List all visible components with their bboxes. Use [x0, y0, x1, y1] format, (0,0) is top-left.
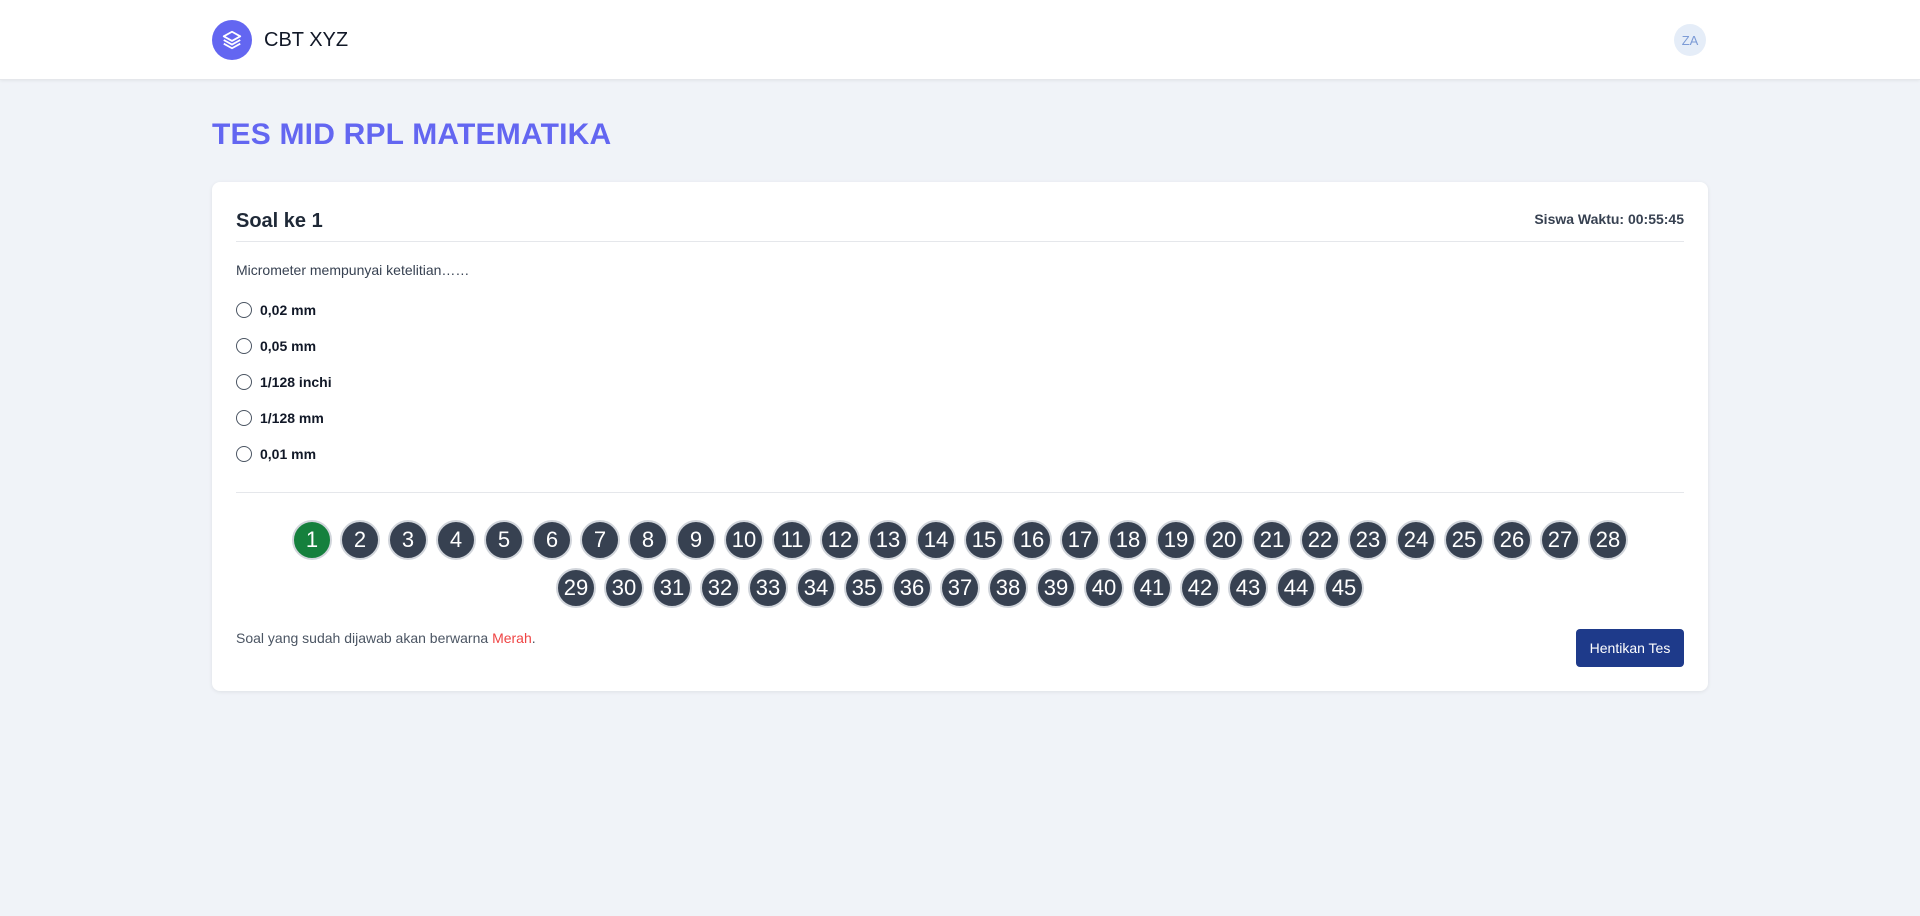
answer-option-label: 0,02 mm: [260, 302, 317, 318]
question-nav-button[interactable]: 13: [868, 520, 908, 560]
question-nav-button[interactable]: 41: [1132, 568, 1172, 608]
answer-option-label: 0,05 mm: [260, 338, 317, 354]
answer-radio[interactable]: [236, 338, 252, 354]
answer-option-label: 0,01 mm: [260, 446, 317, 462]
question-nav-button[interactable]: 19: [1156, 520, 1196, 560]
question-nav-button[interactable]: 44: [1276, 568, 1316, 608]
page-title: TES MID RPL MATEMATIKA: [212, 118, 612, 151]
question-nav-button[interactable]: 33: [748, 568, 788, 608]
user-avatar[interactable]: ZA: [1674, 24, 1706, 56]
question-nav-button[interactable]: 45: [1324, 568, 1364, 608]
question-nav-button[interactable]: 31: [652, 568, 692, 608]
question-nav-button[interactable]: 12: [820, 520, 860, 560]
question-nav-button[interactable]: 6: [532, 520, 572, 560]
question-nav-button[interactable]: 5: [484, 520, 524, 560]
brand[interactable]: CBT XYZ: [212, 20, 348, 60]
question-nav-button[interactable]: 11: [772, 520, 812, 560]
question-nav-button[interactable]: 36: [892, 568, 932, 608]
question-nav-button[interactable]: 21: [1252, 520, 1292, 560]
answer-option[interactable]: 1/128 mm: [236, 400, 332, 436]
timer: Siswa Waktu: 00:55:45: [1534, 211, 1684, 227]
answer-radio[interactable]: [236, 446, 252, 462]
question-nav-button[interactable]: 32: [700, 568, 740, 608]
question-nav-button[interactable]: 42: [1180, 568, 1220, 608]
answered-hint: Soal yang sudah dijawab akan berwarna Me…: [236, 630, 536, 646]
divider: [236, 492, 1684, 493]
top-navbar: CBT XYZ ZA: [0, 0, 1920, 80]
answer-option[interactable]: 0,02 mm: [236, 292, 332, 328]
question-nav-button[interactable]: 30: [604, 568, 644, 608]
hint-suffix: .: [531, 630, 536, 646]
question-nav-button[interactable]: 16: [1012, 520, 1052, 560]
stop-test-button[interactable]: Hentikan Tes: [1576, 629, 1684, 667]
question-nav-button[interactable]: 8: [628, 520, 668, 560]
question-nav-button[interactable]: 34: [796, 568, 836, 608]
question-nav-button[interactable]: 18: [1108, 520, 1148, 560]
question-nav-button[interactable]: 20: [1204, 520, 1244, 560]
question-nav-button[interactable]: 15: [964, 520, 1004, 560]
question-nav-button[interactable]: 28: [1588, 520, 1628, 560]
question-nav-button[interactable]: 27: [1540, 520, 1580, 560]
question-nav-button[interactable]: 9: [676, 520, 716, 560]
question-nav-button[interactable]: 2: [340, 520, 380, 560]
question-nav-button[interactable]: 3: [388, 520, 428, 560]
answer-option-label: 1/128 mm: [260, 410, 324, 426]
question-nav-button[interactable]: 35: [844, 568, 884, 608]
answer-radio[interactable]: [236, 302, 252, 318]
hint-highlight: Merah: [492, 630, 532, 646]
answer-options: 0,02 mm 0,05 mm 1/128 inchi 1/128 mm 0,01 mm: [236, 292, 332, 472]
question-nav-button[interactable]: 40: [1084, 568, 1124, 608]
question-card: Soal ke 1 Siswa Waktu: 00:55:45 Micromet…: [212, 182, 1708, 691]
question-nav-button[interactable]: 10: [724, 520, 764, 560]
answer-option[interactable]: 1/128 inchi: [236, 364, 332, 400]
question-nav-button[interactable]: 24: [1396, 520, 1436, 560]
question-nav-button[interactable]: 23: [1348, 520, 1388, 560]
question-nav-button[interactable]: 1: [292, 520, 332, 560]
brand-name: CBT XYZ: [264, 28, 349, 51]
question-nav-button[interactable]: 22: [1300, 520, 1340, 560]
question-nav-button[interactable]: 25: [1444, 520, 1484, 560]
answer-radio[interactable]: [236, 410, 252, 426]
answer-option-label: 1/128 inchi: [260, 374, 332, 390]
answer-radio[interactable]: [236, 374, 252, 390]
question-nav-button[interactable]: 7: [580, 520, 620, 560]
question-nav-button[interactable]: 39: [1036, 568, 1076, 608]
question-nav-button[interactable]: 38: [988, 568, 1028, 608]
answer-option[interactable]: 0,01 mm: [236, 436, 332, 472]
question-nav-button[interactable]: 26: [1492, 520, 1532, 560]
answer-option[interactable]: 0,05 mm: [236, 328, 332, 364]
layers-icon: [212, 20, 252, 60]
question-number: Soal ke 1: [236, 210, 323, 232]
question-header: Soal ke 1 Siswa Waktu: 00:55:45: [236, 206, 1684, 242]
question-nav-button[interactable]: 37: [940, 568, 980, 608]
question-nav-button[interactable]: 43: [1228, 568, 1268, 608]
question-nav-button[interactable]: 14: [916, 520, 956, 560]
question-nav-button[interactable]: 17: [1060, 520, 1100, 560]
hint-text: Soal yang sudah dijawab akan berwarna: [236, 630, 493, 646]
question-text: Micrometer mempunyai ketelitian……: [236, 262, 470, 278]
question-nav-button[interactable]: 4: [436, 520, 476, 560]
question-navigator: 1 2 3 4 5 6 7 8 9 10 11 12 13 14 15 16 17 18 19 20 21 22 23 24 2…: [236, 520, 1684, 608]
question-nav-button[interactable]: 29: [556, 568, 596, 608]
